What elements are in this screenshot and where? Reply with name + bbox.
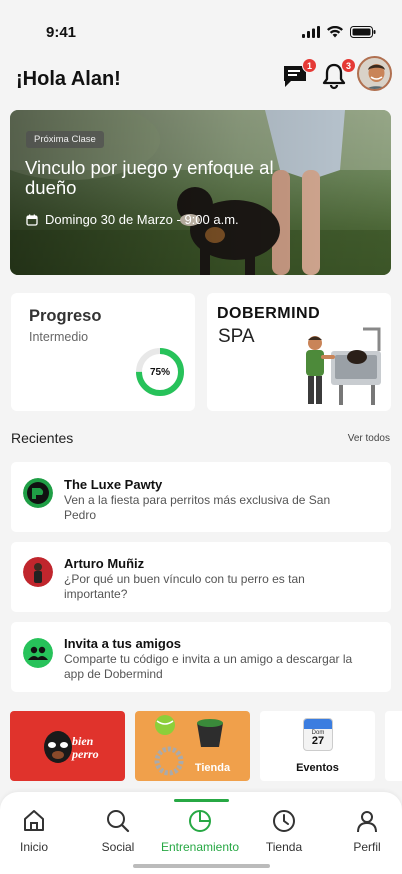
user-icon bbox=[357, 811, 377, 833]
recent-item-luxe-pawty[interactable]: The Luxe Pawty Ven a la fiesta para perr… bbox=[11, 462, 391, 532]
tab-social[interactable]: Social bbox=[78, 808, 158, 854]
tab-perfil[interactable]: Perfil bbox=[327, 808, 402, 854]
hero-title: Vinculo por juego y enfoque al dueño bbox=[25, 157, 274, 198]
bien-perro-text: bien perro bbox=[72, 734, 99, 761]
recent-item-title: The Luxe Pawty bbox=[64, 477, 163, 492]
recent-section-title: Recientes bbox=[11, 430, 74, 446]
notifications-button[interactable]: 3 bbox=[320, 58, 356, 92]
tab-label: Perfil bbox=[353, 840, 381, 854]
spa-card[interactable]: DOBERMIND SPA bbox=[207, 293, 391, 411]
progress-card[interactable]: Progreso Intermedio 75% bbox=[11, 293, 195, 411]
tab-label: Tienda bbox=[265, 840, 303, 854]
header: ¡Hola Alan! 1 3 bbox=[0, 56, 402, 100]
spa-subtitle: SPA bbox=[218, 326, 255, 347]
grooming-illustration bbox=[306, 327, 381, 405]
hero-tag: Próxima Clase bbox=[26, 131, 104, 148]
avatar[interactable] bbox=[357, 56, 392, 91]
recent-item-title: Arturo Muñiz bbox=[64, 556, 145, 571]
pie-chart-icon bbox=[189, 810, 211, 832]
tab-label: Entrenamiento bbox=[160, 840, 240, 854]
promo-eventos[interactable]: Dom 27 Eventos bbox=[260, 711, 375, 781]
luxe-pawty-logo-icon bbox=[23, 478, 53, 508]
battery-icon bbox=[350, 26, 376, 38]
messages-button[interactable]: 1 bbox=[281, 58, 317, 92]
hero-date-text: Domingo 30 de Marzo - 9:00 a.m. bbox=[45, 212, 239, 227]
group-icon bbox=[23, 638, 53, 668]
promo-tienda[interactable]: Tienda bbox=[135, 711, 250, 781]
tab-inicio[interactable]: Inicio bbox=[0, 808, 74, 854]
see-all-link[interactable]: Ver todos bbox=[348, 433, 390, 444]
recent-item-arturo[interactable]: Arturo Muñiz ¿Por qué un buen vínculo co… bbox=[11, 542, 391, 612]
home-indicator bbox=[133, 864, 270, 868]
status-bar: 9:41 bbox=[0, 0, 402, 54]
greeting: ¡Hola Alan! bbox=[16, 68, 121, 90]
tab-entrenamiento[interactable]: Entrenamiento bbox=[150, 808, 250, 854]
tab-label: Inicio bbox=[19, 840, 48, 854]
messages-badge: 1 bbox=[302, 58, 317, 73]
promo-tienda-label: Tienda bbox=[194, 762, 231, 774]
calendar-day: 27 bbox=[311, 735, 325, 747]
tab-bar: Inicio Social Entrenamiento Tienda Perfi… bbox=[0, 792, 402, 874]
calendar-icon: Dom 27 bbox=[303, 718, 333, 751]
home-icon bbox=[24, 810, 44, 831]
recent-item-desc: ¿Por qué un buen vínculo con tu perro es… bbox=[64, 572, 305, 601]
clock-icon bbox=[273, 810, 295, 832]
progress-percent: 75% bbox=[149, 366, 170, 378]
hero-date: Domingo 30 de Marzo - 9:00 a.m. bbox=[26, 212, 239, 227]
recent-item-title: Invita a tus amigos bbox=[64, 636, 182, 651]
promo-next-peek[interactable] bbox=[385, 711, 402, 781]
progress-level: Intermedio bbox=[29, 330, 89, 344]
calendar-icon bbox=[26, 214, 38, 226]
status-time: 9:41 bbox=[46, 24, 77, 41]
active-tab-indicator bbox=[174, 799, 229, 802]
tab-tienda[interactable]: Tienda bbox=[244, 808, 324, 854]
status-icons bbox=[302, 26, 376, 38]
search-icon bbox=[107, 810, 130, 833]
recent-item-invite[interactable]: Invita a tus amigos Comparte tu código e… bbox=[11, 622, 391, 692]
tab-label: Social bbox=[101, 840, 135, 854]
wifi-icon bbox=[327, 26, 343, 38]
promo-eventos-label: Eventos bbox=[296, 762, 339, 774]
signal-icon bbox=[302, 26, 320, 38]
notifications-badge: 3 bbox=[341, 58, 356, 73]
recent-item-desc: Ven a la fiesta para perritos más exclus… bbox=[64, 493, 331, 522]
promo-bien-perro[interactable]: bien perro bbox=[10, 711, 125, 781]
progress-title: Progreso bbox=[29, 307, 102, 325]
next-class-card[interactable]: Próxima Clase Vinculo por juego y enfoqu… bbox=[10, 110, 391, 275]
recent-item-desc: Comparte tu código e invita a un amigo a… bbox=[64, 652, 353, 681]
arturo-avatar-icon bbox=[23, 557, 53, 587]
